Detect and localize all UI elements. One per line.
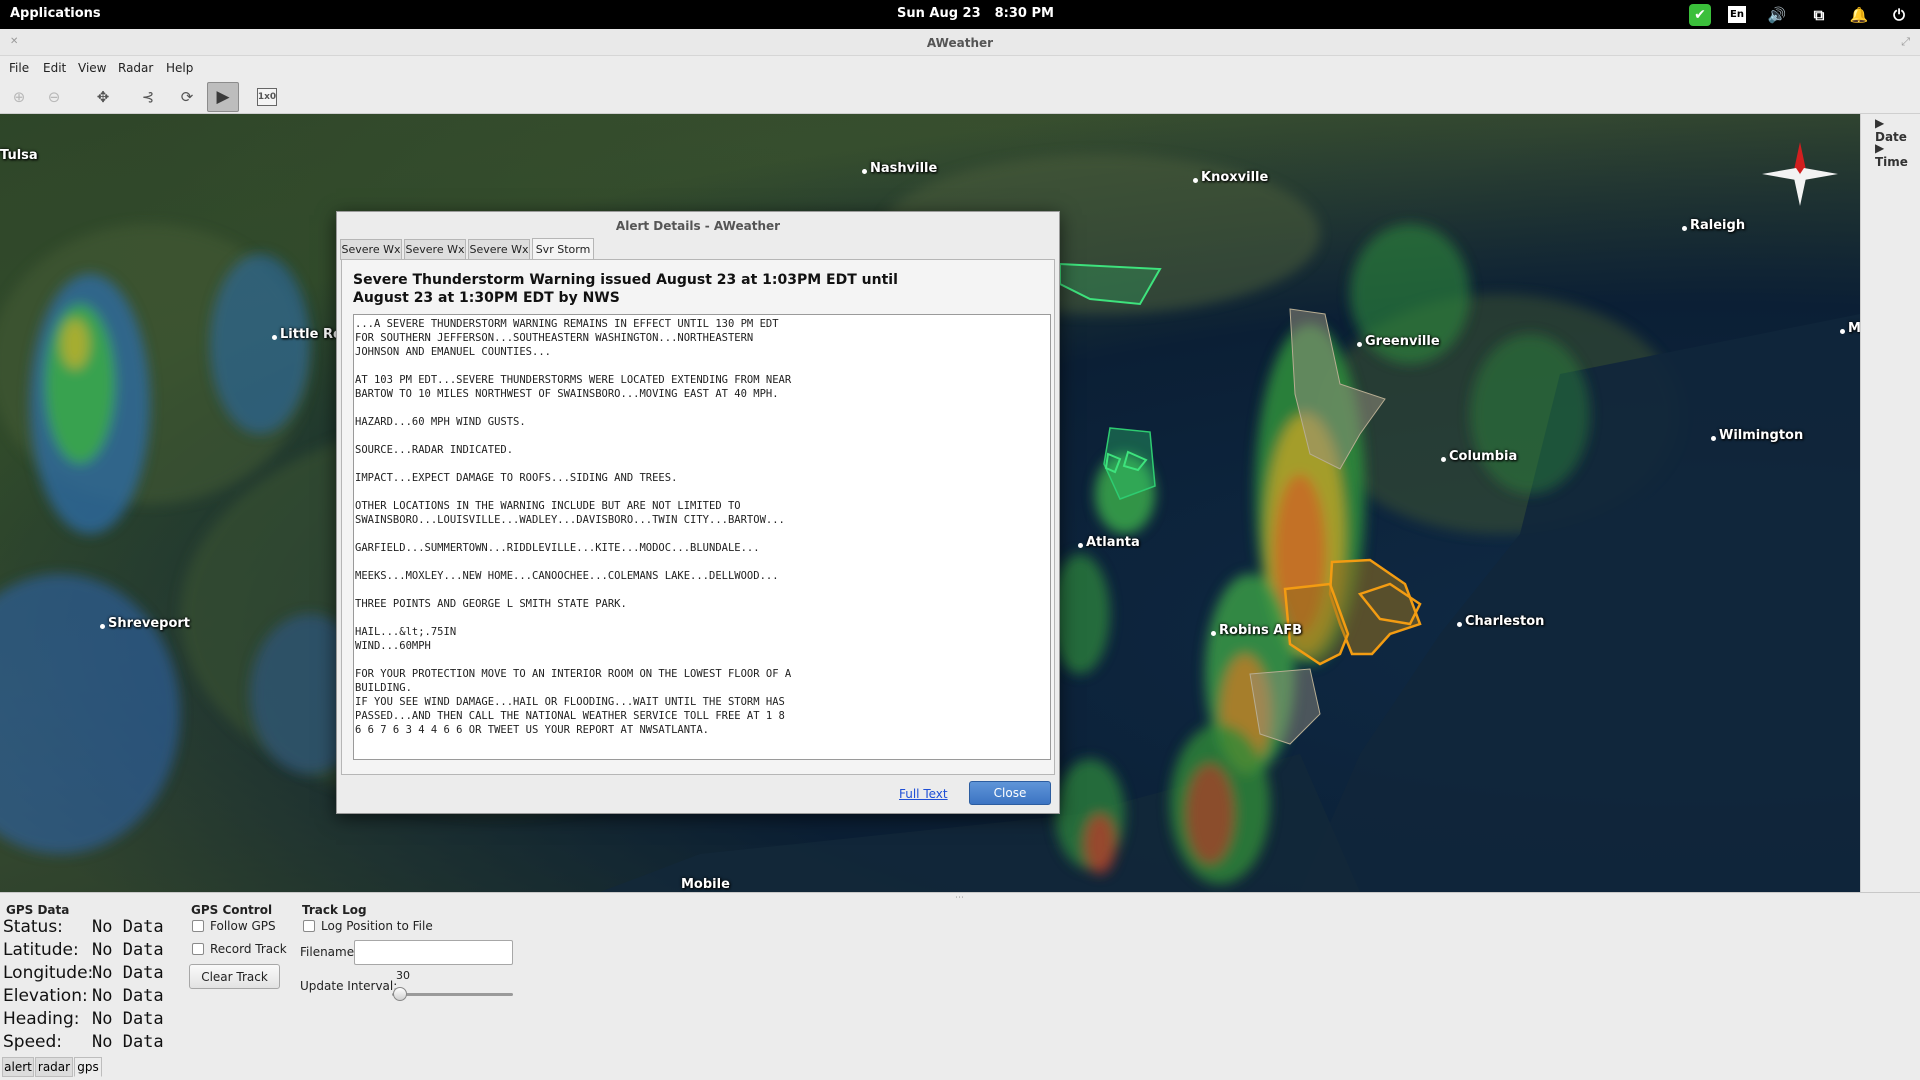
window-title-bar: ✕ AWeather ⤢: [0, 29, 1920, 56]
city-label-partial: M: [1840, 321, 1860, 336]
menu-bar: File Edit View Radar Help: [0, 56, 1920, 80]
city-label-charleston: Charleston: [1456, 614, 1545, 629]
speed-label: Speed:: [3, 1032, 63, 1052]
zoom-out-icon[interactable]: ⊖: [41, 84, 67, 110]
update-check-icon[interactable]: ✔: [1689, 4, 1711, 26]
tab-severe-wx-1[interactable]: Severe Wx: [340, 239, 402, 260]
follow-gps-checkbox[interactable]: [192, 920, 204, 932]
update-interval-slider[interactable]: [393, 987, 407, 1001]
city-label-atlanta: Atlanta: [1078, 535, 1140, 550]
close-button[interactable]: Close: [969, 781, 1051, 805]
record-track-label: Record Track: [210, 942, 287, 956]
track-log-header: Track Log: [302, 903, 367, 917]
record-track-checkbox[interactable]: [192, 943, 204, 955]
follow-gps-label: Follow GPS: [210, 919, 276, 933]
tab-gps[interactable]: gps: [74, 1057, 102, 1077]
keyboard-language-indicator[interactable]: En: [1728, 6, 1746, 23]
refresh-icon[interactable]: ⟳: [174, 84, 200, 110]
power-icon[interactable]: ⏻: [1888, 4, 1910, 25]
gps-control-header: GPS Control: [191, 903, 273, 917]
city-label-wilmington: Wilmington: [1710, 428, 1804, 443]
city-label-robins-afb: Robins AFB: [1210, 623, 1303, 638]
north-compass: [1762, 142, 1838, 206]
city-label-raleigh: Raleigh: [1681, 218, 1746, 233]
alert-text-area[interactable]: ...A SEVERE THUNDERSTORM WARNING REMAINS…: [353, 314, 1051, 760]
city-label-knoxville: Knoxville: [1192, 170, 1269, 185]
full-text-link[interactable]: Full Text: [899, 787, 948, 801]
tab-svr-storm[interactable]: Svr Storm: [532, 238, 594, 260]
city-label-shreveport: Shreveport: [100, 616, 190, 631]
heading-label: Heading:: [3, 1009, 80, 1029]
pan-arrows-icon[interactable]: ✥: [90, 84, 116, 110]
city-label-mobile: Mobile: [681, 877, 730, 892]
latitude-label: Latitude:: [3, 940, 79, 960]
status-label: Status:: [3, 917, 63, 937]
city-label-columbia: Columbia: [1440, 449, 1518, 464]
alert-details-dialog: Alert Details - AWeather Severe Wx Sever…: [336, 211, 1060, 814]
time-expander[interactable]: ▶ Time: [1875, 141, 1920, 169]
splitter-handle[interactable]: ⋯: [955, 893, 964, 903]
tab-radar[interactable]: radar: [35, 1057, 73, 1077]
city-label-greenville: Greenville: [1357, 334, 1440, 349]
alert-heading: Severe Thunderstorm Warning issued Augus…: [353, 272, 898, 306]
update-interval-value: 30: [396, 969, 410, 982]
bottom-panel: ⋯ GPS Data Status: No Data Latitude: No …: [0, 892, 1920, 1080]
speed-value: No Data: [92, 1032, 164, 1052]
notifications-bell-icon[interactable]: 🔔: [1848, 4, 1870, 25]
menu-view[interactable]: View: [78, 61, 106, 75]
status-value: No Data: [92, 917, 164, 937]
network-icon[interactable]: ⧉: [1808, 4, 1830, 25]
gps-data-header: GPS Data: [6, 903, 70, 917]
longitude-value: No Data: [92, 963, 164, 983]
play-button[interactable]: ▶: [207, 82, 239, 112]
tab-alert[interactable]: alert: [2, 1057, 34, 1077]
menu-radar[interactable]: Radar: [118, 61, 153, 75]
applications-menu[interactable]: Applications: [10, 6, 101, 21]
date-expander[interactable]: ▶ Date: [1875, 116, 1920, 144]
elevation-value: No Data: [92, 986, 164, 1006]
compass-icon[interactable]: ⊰: [135, 84, 161, 110]
system-top-bar: Applications Sun Aug 23 8:30 PM ✔ En 🔊 ⧉ …: [0, 0, 1920, 29]
filename-input[interactable]: [354, 940, 513, 965]
tab-severe-wx-3[interactable]: Severe Wx: [468, 239, 530, 260]
window-maximize-icon[interactable]: ⤢: [1901, 35, 1910, 49]
latitude-value: No Data: [92, 940, 164, 960]
window-title: AWeather: [926, 36, 994, 50]
toolbar: ⊕ ⊖ ✥ ⊰ ⟳ ▶ 1x0: [0, 80, 1920, 114]
volume-icon[interactable]: 🔊: [1766, 4, 1788, 25]
time-label: Time: [1875, 155, 1908, 169]
menu-help[interactable]: Help: [166, 61, 193, 75]
zoom-in-icon[interactable]: ⊕: [6, 84, 32, 110]
update-interval-track: [392, 993, 513, 996]
clear-track-button[interactable]: Clear Track: [189, 964, 280, 989]
menu-edit[interactable]: Edit: [43, 61, 66, 75]
heading-value: No Data: [92, 1009, 164, 1029]
dialog-content: Severe Thunderstorm Warning issued Augus…: [341, 259, 1055, 775]
city-label-tulsa: Tulsa: [0, 148, 38, 163]
menu-file[interactable]: File: [9, 61, 29, 75]
log-position-checkbox[interactable]: [303, 920, 315, 932]
log-position-label: Log Position to File: [321, 919, 433, 933]
longitude-label: Longitude:: [3, 963, 94, 983]
dialog-title: Alert Details - AWeather: [615, 219, 781, 233]
tab-severe-wx-2[interactable]: Severe Wx: [404, 239, 466, 260]
side-panel: ▶ Date ▶ Time: [1860, 114, 1920, 892]
filename-label: Filename:: [300, 945, 359, 959]
elevation-label: Elevation:: [3, 986, 88, 1006]
speed-icon[interactable]: 1x0: [257, 88, 277, 106]
system-clock[interactable]: Sun Aug 23 8:30 PM: [897, 6, 1068, 21]
update-interval-label: Update Interval:: [300, 979, 398, 993]
clock-time: 8:30 PM: [994, 6, 1054, 21]
city-label-nashville: Nashville: [861, 161, 938, 176]
clock-date: Sun Aug 23: [897, 6, 981, 21]
